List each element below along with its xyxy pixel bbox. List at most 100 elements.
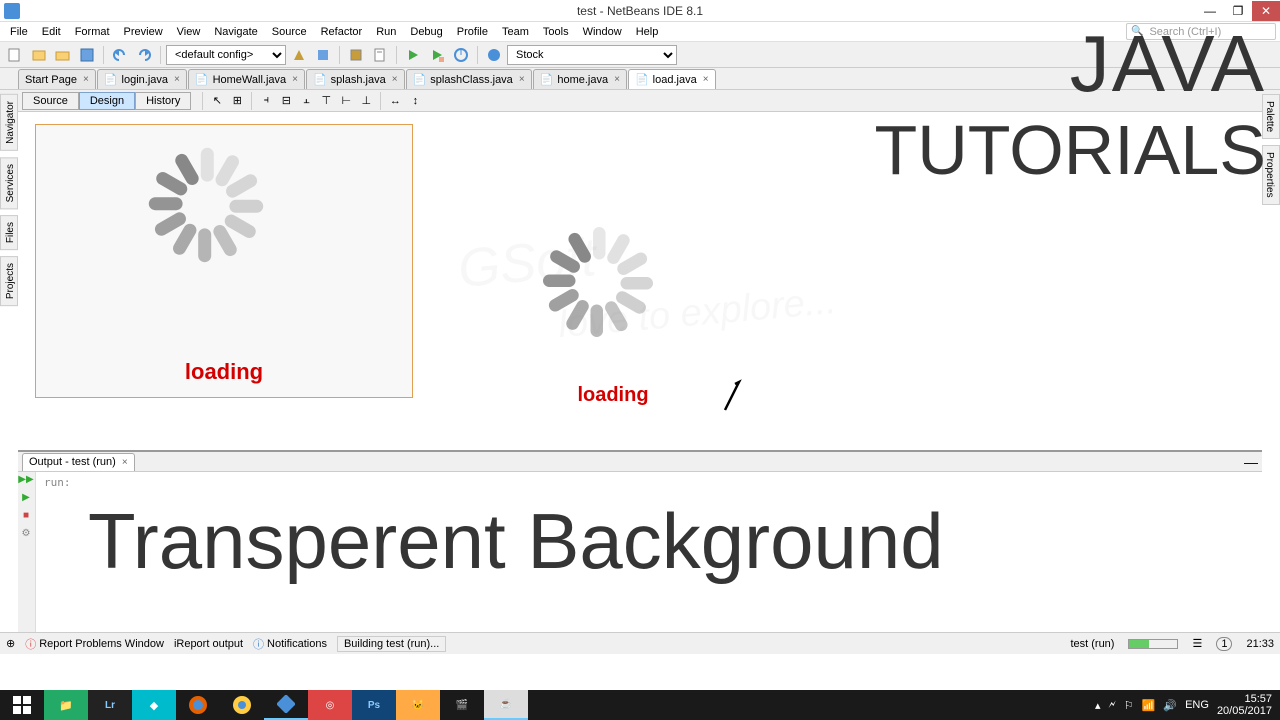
popup-window[interactable]: loading bbox=[548, 232, 678, 407]
undo-button[interactable] bbox=[109, 44, 131, 66]
notifications-link[interactable]: ⓘNotifications bbox=[253, 636, 327, 652]
menu-source[interactable]: Source bbox=[266, 24, 313, 40]
menu-refactor[interactable]: Refactor bbox=[315, 24, 369, 40]
menu-debug[interactable]: Debug bbox=[404, 24, 448, 40]
tray-clock[interactable]: 15:57 20/05/2017 bbox=[1217, 693, 1272, 717]
tab-login[interactable]: 📄login.java× bbox=[97, 69, 187, 89]
run-button[interactable] bbox=[402, 44, 424, 66]
taskbar-lightroom[interactable]: Lr bbox=[88, 690, 132, 720]
building-status[interactable]: Building test (run)... bbox=[337, 636, 446, 652]
open-button[interactable] bbox=[52, 44, 74, 66]
source-tab[interactable]: Source bbox=[22, 92, 79, 110]
close-icon[interactable]: × bbox=[703, 74, 709, 85]
settings-button[interactable]: ⚙ bbox=[18, 528, 34, 544]
menu-tools[interactable]: Tools bbox=[537, 24, 575, 40]
close-icon[interactable]: × bbox=[292, 74, 298, 85]
menu-team[interactable]: Team bbox=[496, 24, 535, 40]
align-top-button[interactable]: ⊤ bbox=[317, 92, 335, 110]
left-sidebar: Navigator Services Files Projects bbox=[0, 90, 18, 306]
menu-preview[interactable]: Preview bbox=[118, 24, 169, 40]
align-right-button[interactable]: ⫠ bbox=[297, 92, 315, 110]
services-tab[interactable]: Services bbox=[0, 157, 18, 209]
new-project-button[interactable] bbox=[28, 44, 50, 66]
menu-format[interactable]: Format bbox=[69, 24, 116, 40]
taskbar-app1[interactable]: ◎ bbox=[308, 690, 352, 720]
rerun-button[interactable]: ▶▶ bbox=[18, 474, 34, 490]
align-left-button[interactable]: ⫞ bbox=[257, 92, 275, 110]
menu-window[interactable]: Window bbox=[577, 24, 628, 40]
stop-button[interactable]: ■ bbox=[18, 510, 34, 526]
hresize-button[interactable]: ↔ bbox=[386, 92, 404, 110]
debug-button[interactable] bbox=[426, 44, 448, 66]
stock-select[interactable]: Stock bbox=[507, 45, 677, 65]
taskbar-firefox[interactable] bbox=[176, 690, 220, 720]
close-icon[interactable]: × bbox=[392, 74, 398, 85]
tray-network-icon[interactable]: 📶 bbox=[1142, 699, 1156, 712]
minimize-panel-button[interactable]: — bbox=[1244, 454, 1258, 470]
redo-button[interactable] bbox=[133, 44, 155, 66]
tab-splash[interactable]: 📄splash.java× bbox=[306, 69, 405, 89]
tab-load[interactable]: 📄load.java× bbox=[628, 69, 716, 89]
taskbar-chrome[interactable] bbox=[220, 690, 264, 720]
clean-build-button[interactable] bbox=[312, 44, 334, 66]
tray-battery-icon[interactable]: 🗲 bbox=[1108, 699, 1115, 712]
start-button[interactable] bbox=[0, 690, 44, 720]
jframe-component[interactable]: loading bbox=[35, 124, 413, 398]
taskbar-filmora[interactable]: ◆ bbox=[132, 690, 176, 720]
menu-run[interactable]: Run bbox=[370, 24, 402, 40]
notification-badge[interactable]: 1 bbox=[1216, 637, 1232, 651]
taskbar-java[interactable]: ☕ bbox=[484, 690, 528, 720]
tab-home[interactable]: 📄home.java× bbox=[533, 69, 627, 89]
menu-edit[interactable]: Edit bbox=[36, 24, 67, 40]
compile-button[interactable] bbox=[345, 44, 367, 66]
menu-profile[interactable]: Profile bbox=[451, 24, 494, 40]
menu-view[interactable]: View bbox=[171, 24, 207, 40]
navigator-tab[interactable]: Navigator bbox=[0, 94, 18, 151]
taskbar-scratch[interactable]: 🐱 bbox=[396, 690, 440, 720]
output-tab[interactable]: Output - test (run)× bbox=[22, 453, 135, 471]
save-all-button[interactable] bbox=[76, 44, 98, 66]
selection-tool-button[interactable]: ↖ bbox=[208, 92, 226, 110]
report-problems-link[interactable]: ⓘReport Problems Window bbox=[25, 636, 164, 652]
align-center-button[interactable]: ⊟ bbox=[277, 92, 295, 110]
close-icon[interactable]: × bbox=[83, 74, 89, 85]
menu-navigate[interactable]: Navigate bbox=[208, 24, 263, 40]
history-tab[interactable]: History bbox=[135, 92, 191, 110]
tab-start-page[interactable]: Start Page× bbox=[18, 69, 96, 89]
taskbar-explorer[interactable]: 📁 bbox=[44, 690, 88, 720]
close-icon[interactable]: × bbox=[122, 457, 128, 468]
tray-up-icon[interactable]: ▴ bbox=[1095, 699, 1101, 712]
tab-label: home.java bbox=[557, 74, 608, 86]
menu-file[interactable]: File bbox=[4, 24, 34, 40]
build-button[interactable] bbox=[288, 44, 310, 66]
report-button[interactable] bbox=[369, 44, 391, 66]
align-middle-button[interactable]: ⊢ bbox=[337, 92, 355, 110]
close-icon[interactable]: × bbox=[519, 74, 525, 85]
ireport-output-link[interactable]: iReport output bbox=[174, 638, 243, 650]
status-target[interactable]: ⊕ bbox=[6, 637, 15, 650]
design-tab[interactable]: Design bbox=[79, 92, 135, 110]
taskbar-photoshop[interactable]: Ps bbox=[352, 690, 396, 720]
menu-help[interactable]: Help bbox=[630, 24, 665, 40]
close-icon[interactable]: × bbox=[174, 74, 180, 85]
tab-homewall[interactable]: 📄HomeWall.java× bbox=[188, 69, 305, 89]
files-tab[interactable]: Files bbox=[0, 215, 18, 250]
profile-button[interactable] bbox=[450, 44, 472, 66]
tray-volume-icon[interactable]: 🔊 bbox=[1163, 699, 1177, 712]
new-file-button[interactable] bbox=[4, 44, 26, 66]
close-icon[interactable]: × bbox=[614, 74, 620, 85]
progress-more-icon[interactable]: ☰ bbox=[1192, 637, 1202, 650]
taskbar-netbeans[interactable] bbox=[264, 690, 308, 720]
projects-tab[interactable]: Projects bbox=[0, 256, 18, 306]
system-tray: ▴ 🗲 ⚐ 📶 🔊 ENG 15:57 20/05/2017 bbox=[1087, 693, 1280, 717]
globe-button[interactable] bbox=[483, 44, 505, 66]
connection-tool-button[interactable]: ⊞ bbox=[228, 92, 246, 110]
config-select[interactable]: <default config> bbox=[166, 45, 286, 65]
taskbar-app2[interactable]: 🎬 bbox=[440, 690, 484, 720]
run-once-button[interactable]: ▶ bbox=[18, 492, 34, 508]
align-bottom-button[interactable]: ⊥ bbox=[357, 92, 375, 110]
tab-splashclass[interactable]: 📄splashClass.java× bbox=[406, 69, 532, 89]
vresize-button[interactable]: ↕ bbox=[406, 92, 424, 110]
tray-action-icon[interactable]: ⚐ bbox=[1124, 699, 1134, 712]
tray-language[interactable]: ENG bbox=[1185, 699, 1209, 711]
